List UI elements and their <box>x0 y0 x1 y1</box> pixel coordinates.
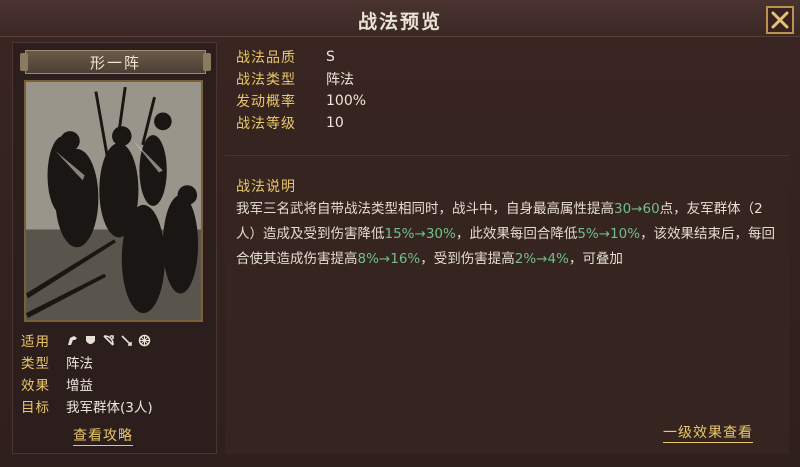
info-value-type: 阵法 <box>66 356 93 372</box>
desc-highlight-value: 2%→4% <box>514 251 569 267</box>
view-guide-link[interactable]: 查看攻略 <box>73 425 133 446</box>
desc-text-segment: ，受到伤害提高 <box>420 251 515 267</box>
stat-row-type: 战法类型 阵法 <box>225 68 789 90</box>
stat-row-level: 战法等级 10 <box>225 112 789 134</box>
skill-name: 形一阵 <box>20 50 211 74</box>
stat-row-quality: 战法品质 S <box>225 46 789 68</box>
description-title: 战法说明 <box>236 179 296 195</box>
desc-text-segment: ，可叠加 <box>568 251 623 267</box>
bow-icon <box>102 334 115 347</box>
info-row-applicable: 适用 <box>21 329 211 351</box>
shield-icon <box>84 334 97 347</box>
siege-icon <box>138 334 151 347</box>
stat-key: 战法类型 <box>236 72 296 88</box>
skill-stats: 战法品质 S 战法类型 阵法 发动概率 100% 战法等级 10 <box>225 46 789 154</box>
stat-key: 战法品质 <box>236 50 296 66</box>
skill-preview-window: 战法预览 形一阵 适用 类型 阵法 效果 增益 目标 我军群体(3人) 查看攻略… <box>0 0 800 467</box>
stat-key: 战法等级 <box>236 116 296 132</box>
level-one-effect-link[interactable]: 一级效果查看 <box>663 422 753 443</box>
stat-value: 阵法 <box>326 72 354 88</box>
info-value-target: 我军群体(3人) <box>66 400 153 416</box>
stat-value: S <box>326 49 335 65</box>
info-key-applicable: 适用 <box>21 334 50 350</box>
info-row-effect: 效果 增益 <box>21 373 211 395</box>
soldiers-illustration <box>26 82 201 320</box>
info-row-target: 目标 我军群体(3人) <box>21 395 211 417</box>
title-bar: 战法预览 <box>0 0 800 37</box>
stat-value: 10 <box>326 115 344 131</box>
desc-highlight-value: 5%→10% <box>577 226 641 242</box>
desc-highlight-value: 15%→30% <box>384 226 456 242</box>
skill-info: 适用 类型 阵法 效果 增益 目标 我军群体(3人) <box>21 329 211 417</box>
description-text: 我军三名武将自带战法类型相同时，战斗中，自身最高属性提高30→60点，友军群体（… <box>236 197 776 272</box>
info-key-target: 目标 <box>21 400 50 416</box>
skill-artwork <box>24 80 203 322</box>
desc-highlight-value: 30→60 <box>614 201 660 217</box>
description-box: 战法说明 我军三名武将自带战法类型相同时，战斗中，自身最高属性提高30→60点，… <box>225 155 789 454</box>
info-row-type: 类型 阵法 <box>21 351 211 373</box>
info-key-effect: 效果 <box>21 378 50 394</box>
skill-details: 战法品质 S 战法类型 阵法 发动概率 100% 战法等级 10 战法说明 我军… <box>225 42 789 454</box>
spear-icon <box>120 334 133 347</box>
stat-value: 100% <box>326 93 367 109</box>
stat-key: 发动概率 <box>236 94 296 110</box>
stat-row-probability: 发动概率 100% <box>225 90 789 112</box>
skill-card: 形一阵 适用 类型 阵法 效果 增益 目标 我军群体(3人) 查看攻略 <box>12 42 217 454</box>
applicable-troop-icons <box>66 334 151 347</box>
window-title: 战法预览 <box>357 11 442 33</box>
info-key-type: 类型 <box>21 356 50 372</box>
desc-text-segment: ，此效果每回合降低 <box>455 226 578 242</box>
info-value-effect: 增益 <box>66 378 93 394</box>
close-icon <box>771 11 789 29</box>
desc-highlight-value: 8%→16% <box>357 251 421 267</box>
close-button[interactable] <box>766 6 794 34</box>
desc-text-segment: 我军三名武将自带战法类型相同时，战斗中，自身最高属性提高 <box>236 201 614 217</box>
cavalry-icon <box>66 334 79 347</box>
